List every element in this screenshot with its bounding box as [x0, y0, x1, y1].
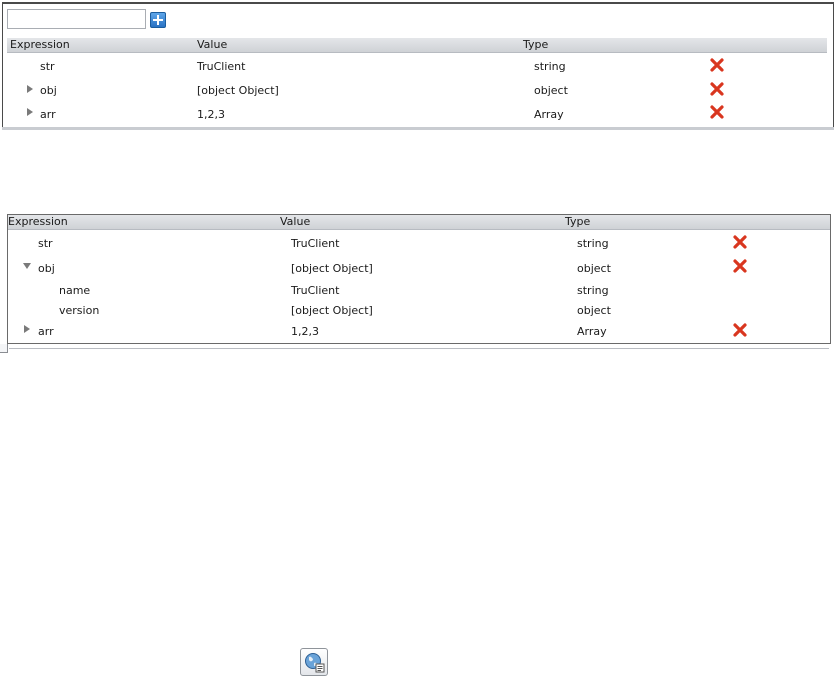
row-value: TruClient: [291, 237, 340, 250]
row-expression: name: [59, 284, 91, 297]
column-header-value[interactable]: Value: [197, 39, 227, 51]
delete-icon[interactable]: [710, 82, 724, 96]
delete-icon[interactable]: [710, 105, 724, 119]
row-expression: str: [40, 60, 55, 73]
expand-arrow-icon[interactable]: [24, 325, 30, 333]
column-header-value[interactable]: Value: [280, 216, 310, 228]
table-row[interactable]: str TruClient string: [8, 230, 830, 256]
globe-button[interactable]: [300, 648, 328, 676]
table-row[interactable]: version [object Object] object: [8, 298, 830, 319]
table-row[interactable]: obj [object Object] object: [7, 78, 827, 102]
table-row[interactable]: arr 1,2,3 Array: [7, 102, 827, 126]
delete-icon[interactable]: [733, 259, 747, 273]
row-expression: arr: [40, 108, 56, 121]
row-type: Array: [534, 108, 564, 121]
row-type: string: [577, 284, 609, 297]
row-value: [object Object]: [197, 84, 279, 97]
row-expression: version: [59, 304, 100, 317]
add-watch-button[interactable]: [150, 12, 166, 28]
table-row[interactable]: name TruClient string: [8, 278, 830, 298]
row-value: 1,2,3: [197, 108, 225, 121]
row-expression: obj: [38, 262, 55, 275]
row-expression: arr: [38, 325, 54, 338]
table-row[interactable]: obj [object Object] object: [8, 256, 830, 278]
column-header-expression[interactable]: Expression: [8, 216, 68, 228]
table-row[interactable]: str TruClient string: [7, 53, 827, 78]
row-type: object: [534, 84, 568, 97]
row-type: Array: [577, 325, 607, 338]
row-type: object: [577, 262, 611, 275]
expand-arrow-icon[interactable]: [27, 108, 33, 116]
row-value: [object Object]: [291, 262, 373, 275]
panel-divider: [9, 348, 829, 349]
column-header-type[interactable]: Type: [565, 216, 590, 228]
row-type: string: [534, 60, 566, 73]
table-header: Expression Value Type: [8, 215, 830, 230]
row-type: object: [577, 304, 611, 317]
expand-arrow-icon[interactable]: [27, 85, 33, 93]
column-header-type[interactable]: Type: [523, 39, 548, 51]
delete-icon[interactable]: [710, 58, 724, 72]
table-header: Expression Value Type: [7, 38, 827, 53]
row-type: string: [577, 237, 609, 250]
delete-icon[interactable]: [733, 235, 747, 249]
row-value: TruClient: [197, 60, 246, 73]
column-header-expression[interactable]: Expression: [10, 39, 70, 51]
globe-icon: [305, 653, 325, 673]
table-row[interactable]: arr 1,2,3 Array: [8, 319, 830, 343]
panel-divider: [2, 127, 834, 130]
delete-icon[interactable]: [733, 323, 747, 337]
row-value: TruClient: [291, 284, 340, 297]
collapse-arrow-icon[interactable]: [23, 263, 31, 269]
row-expression: str: [38, 237, 53, 250]
row-value: [object Object]: [291, 304, 373, 317]
row-value: 1,2,3: [291, 325, 319, 338]
watch-table: Expression Value Type str TruClient stri…: [7, 38, 827, 126]
watch-expression-input[interactable]: [7, 9, 146, 29]
expanded-watch-table: Expression Value Type str TruClient stri…: [7, 214, 831, 344]
row-expression: obj: [40, 84, 57, 97]
resize-handle[interactable]: [0, 344, 8, 353]
